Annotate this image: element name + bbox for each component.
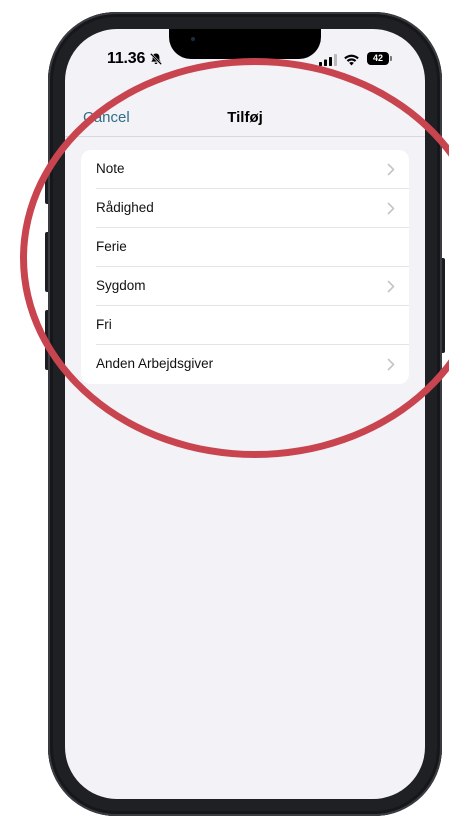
list-item-label: Sygdom (96, 278, 146, 293)
navigation-bar: Cancel Tilføj (65, 99, 425, 139)
battery-icon: 42 (367, 52, 392, 66)
list-item-label: Ferie (96, 239, 127, 254)
nav-divider (65, 136, 425, 137)
chevron-right-icon (387, 202, 395, 215)
cellular-signal-icon (319, 54, 337, 66)
phone-screen: 11.36 42 Cancel Tilføj Note Rådighed Fer… (65, 29, 425, 799)
list-item-radighed[interactable]: Rådighed (81, 189, 409, 228)
list-item-ferie[interactable]: Ferie (81, 228, 409, 267)
notch (169, 29, 321, 59)
list-item-note[interactable]: Note (81, 150, 409, 189)
list-item-label: Rådighed (96, 200, 154, 215)
list-item-anden-arbejdsgiver[interactable]: Anden Arbejdsgiver (81, 345, 409, 384)
list-item-label: Anden Arbejdsgiver (96, 356, 214, 371)
add-options-list: Note Rådighed Ferie Sygdom Fri Anden Arb… (81, 150, 409, 384)
chevron-right-icon (387, 358, 395, 371)
list-item-label: Fri (96, 317, 112, 332)
wifi-icon (344, 54, 359, 66)
list-item-label: Note (96, 161, 125, 176)
screenshot-stage: 11.36 42 Cancel Tilføj Note Rådighed Fer… (0, 0, 449, 819)
list-item-fri[interactable]: Fri (81, 306, 409, 345)
chevron-right-icon (387, 163, 395, 176)
camera-dot (191, 37, 195, 41)
list-item-sygdom[interactable]: Sygdom (81, 267, 409, 306)
bell-slash-icon (149, 52, 163, 66)
page-title: Tilføj (227, 109, 263, 126)
battery-level: 42 (367, 52, 389, 65)
battery-cap (390, 56, 392, 61)
chevron-right-icon (387, 280, 395, 293)
status-time: 11.36 (107, 50, 146, 67)
phone-frame: 11.36 42 Cancel Tilføj Note Rådighed Fer… (48, 12, 442, 816)
